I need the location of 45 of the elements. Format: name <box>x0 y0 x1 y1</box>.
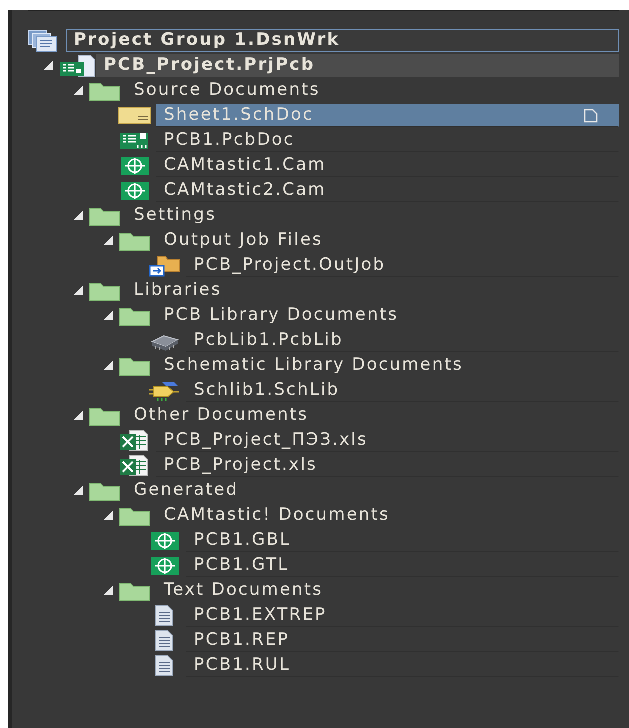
folder-item[interactable]: Source Documents <box>126 79 619 102</box>
file-item[interactable]: PCB1.EXTREP <box>186 604 619 627</box>
expand-arrow-icon[interactable] <box>104 236 112 245</box>
file-item[interactable]: Schlib1.SchLib <box>186 379 619 402</box>
expand-arrow-icon[interactable] <box>74 486 82 495</box>
expand-arrow-icon[interactable] <box>74 286 82 295</box>
expand-arrow-icon[interactable] <box>104 511 112 520</box>
cam-document-icon <box>118 180 152 202</box>
folder-item[interactable]: Generated <box>126 479 619 502</box>
folder-item[interactable]: Text Documents <box>156 579 619 602</box>
file-item[interactable]: CAMtastic1.Cam <box>156 154 619 177</box>
file-item[interactable]: PCB1.GBL <box>186 529 619 552</box>
project-group-item[interactable]: Project Group 1.DsnWrk <box>66 29 619 52</box>
project-item[interactable]: PCB_Project.PrjPcb <box>96 54 619 77</box>
file-item[interactable]: PCB1.RUL <box>186 654 619 677</box>
output-job-icon <box>148 254 182 276</box>
folder-item[interactable]: Other Documents <box>126 404 619 427</box>
folder-item[interactable]: Output Job Files <box>156 229 619 252</box>
file-item[interactable]: PCB_Project_ПЭЗ.xls <box>156 429 619 452</box>
expand-arrow-icon[interactable] <box>104 311 112 320</box>
folder-item[interactable]: Libraries <box>126 279 619 302</box>
cam-document-icon <box>148 530 182 552</box>
file-item[interactable]: CAMtastic2.Cam <box>156 179 619 202</box>
folder-item[interactable]: Schematic Library Documents <box>156 354 619 377</box>
cam-document-icon <box>148 554 182 576</box>
expand-arrow-icon[interactable] <box>74 411 82 420</box>
schematic-sheet-icon <box>118 104 152 126</box>
folder-item[interactable]: CAMtastic! Documents <box>156 504 619 527</box>
file-item[interactable]: PCB_Project.OutJob <box>186 254 619 277</box>
cam-document-icon <box>118 154 152 176</box>
file-item[interactable]: PCB1.REP <box>186 629 619 652</box>
document-icon <box>584 108 598 122</box>
expand-arrow-icon[interactable] <box>104 586 112 595</box>
file-item[interactable]: PCB1.GTL <box>186 554 619 577</box>
expand-arrow-icon[interactable] <box>74 211 82 220</box>
expand-arrow-icon[interactable] <box>44 61 52 70</box>
file-item[interactable]: PcbLib1.PcbLib <box>186 329 619 352</box>
folder-item[interactable]: PCB Library Documents <box>156 304 619 327</box>
expand-arrow-icon[interactable] <box>104 361 112 370</box>
project-icon <box>58 54 96 78</box>
file-item[interactable]: PCB_Project.xls <box>156 454 619 477</box>
folder-item[interactable]: Settings <box>126 204 619 227</box>
component-icon <box>148 380 182 402</box>
expand-arrow-icon[interactable] <box>74 86 82 95</box>
file-item[interactable]: PCB1.PcbDoc <box>156 129 619 152</box>
